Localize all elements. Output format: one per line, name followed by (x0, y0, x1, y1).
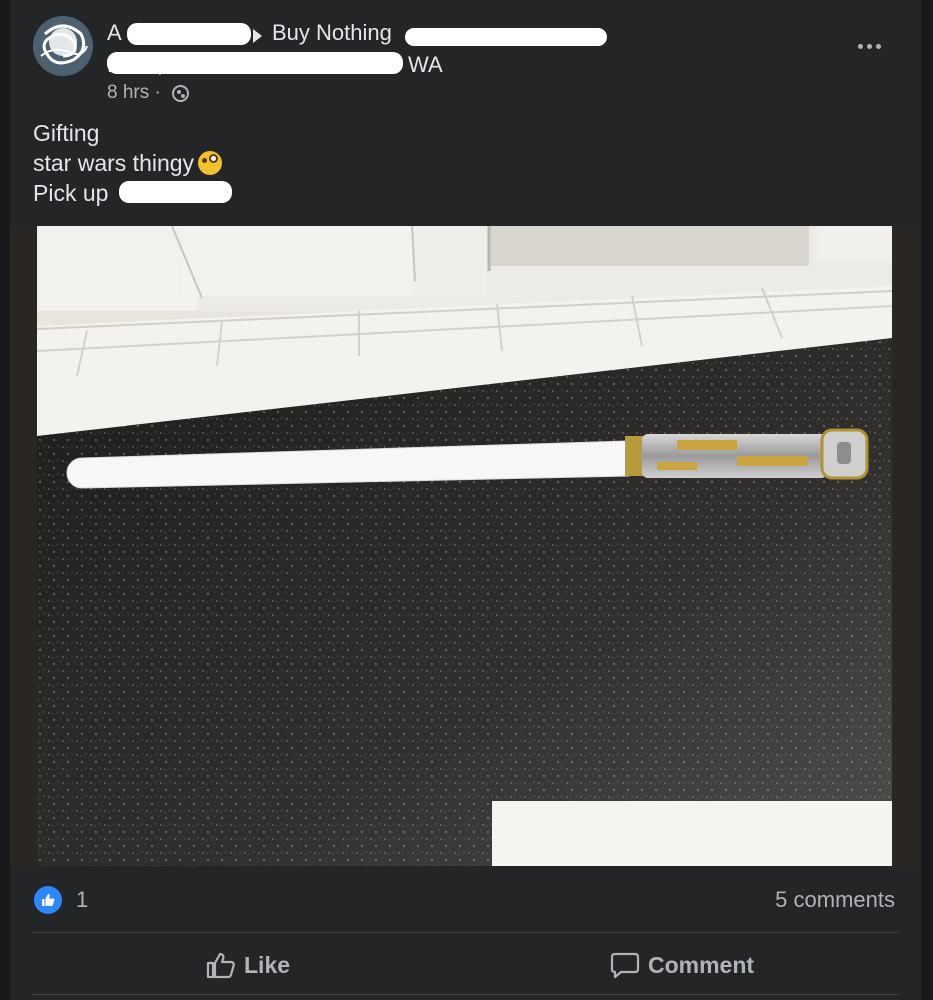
photo-frame (10, 226, 921, 866)
location-suffix: WA (408, 52, 443, 77)
post-line: star wars thingy (33, 148, 223, 178)
avatar-scribble (33, 16, 93, 76)
divider (32, 932, 899, 933)
reaction-count[interactable]: 1 (76, 887, 88, 913)
post-card: A Buy Nothing Point, WA 8 hrs · Gifting … (10, 0, 921, 1000)
like-button[interactable]: Like (206, 944, 290, 986)
arrow-right-icon (253, 29, 262, 43)
divider (32, 994, 899, 995)
redaction-mark (119, 181, 232, 203)
author-name[interactable]: A (107, 20, 122, 46)
redaction-mark (127, 23, 251, 45)
thumbs-up-icon (206, 952, 235, 979)
like-reaction-icon[interactable] (34, 886, 62, 914)
redaction-mark (107, 52, 403, 74)
post-line: Gifting (33, 120, 100, 146)
comment-button[interactable]: Comment (610, 944, 754, 986)
comments-count-link[interactable]: 5 comments (775, 887, 895, 913)
lightsaber-photo (37, 226, 892, 866)
face-with-monocle-icon (198, 151, 223, 175)
post-photo[interactable] (37, 226, 892, 866)
post-timestamp[interactable]: 8 hrs · (107, 82, 161, 104)
more-options-icon[interactable] (852, 36, 886, 56)
group-name[interactable]: Buy Nothing (272, 20, 392, 46)
redaction-mark (405, 28, 607, 46)
globe-icon (172, 85, 189, 102)
comment-label: Comment (648, 951, 755, 978)
comment-bubble-icon (610, 952, 640, 979)
author-avatar[interactable] (33, 16, 93, 76)
like-label: Like (244, 951, 291, 978)
